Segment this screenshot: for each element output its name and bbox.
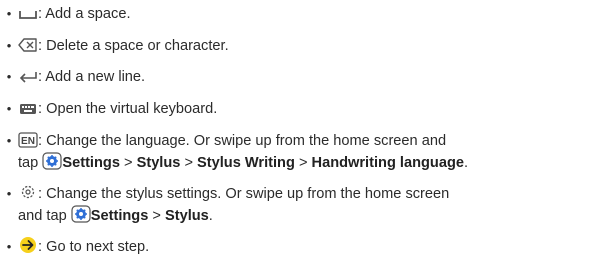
bullet: • [6, 69, 12, 84]
bullet: • [6, 133, 12, 148]
item-text: : Change the language. Or swipe up from … [38, 133, 447, 149]
bullet: • [6, 6, 12, 21]
item-text: : Change the stylus settings. Or swipe u… [38, 186, 450, 202]
item-text: : Open the virtual keyboard. [38, 101, 218, 117]
path-handwriting-language: Handwriting language [311, 155, 464, 171]
bullet: • [6, 101, 12, 116]
item-text: : Go to next step. [38, 239, 150, 255]
path-sep: > [184, 155, 193, 171]
stylus-settings-gear-icon [18, 183, 38, 201]
language-en-icon: EN [18, 132, 38, 148]
item-end: . [463, 155, 469, 171]
new-line-arrow-icon [18, 70, 38, 84]
language-en-label: EN [21, 136, 35, 147]
item-text-prefix: tap [18, 155, 39, 171]
settings-gear-icon [42, 152, 62, 170]
path-sep: > [298, 155, 308, 171]
backspace-icon [18, 37, 38, 53]
settings-gear-icon [71, 205, 91, 223]
path-sep: > [152, 208, 161, 224]
item-text: : Delete a space or character. [38, 38, 229, 54]
item-text-prefix: and tap [18, 208, 67, 224]
next-arrow-icon [18, 236, 38, 254]
path-sep: > [124, 155, 133, 171]
keyboard-icon [18, 102, 38, 116]
space-icon [18, 7, 38, 21]
item-end: . [208, 208, 213, 224]
path-settings: Settings [90, 208, 149, 224]
bullet: • [6, 186, 12, 201]
bullet: • [6, 38, 12, 53]
item-text: : Add a space. [38, 6, 131, 22]
path-stylus-writing: Stylus Writing [197, 155, 295, 171]
path-stylus: Stylus [165, 208, 209, 224]
path-settings: Settings [62, 155, 120, 171]
bullet: • [6, 239, 12, 254]
item-text: : Add a new line. [38, 69, 146, 85]
path-stylus: Stylus [136, 155, 181, 171]
